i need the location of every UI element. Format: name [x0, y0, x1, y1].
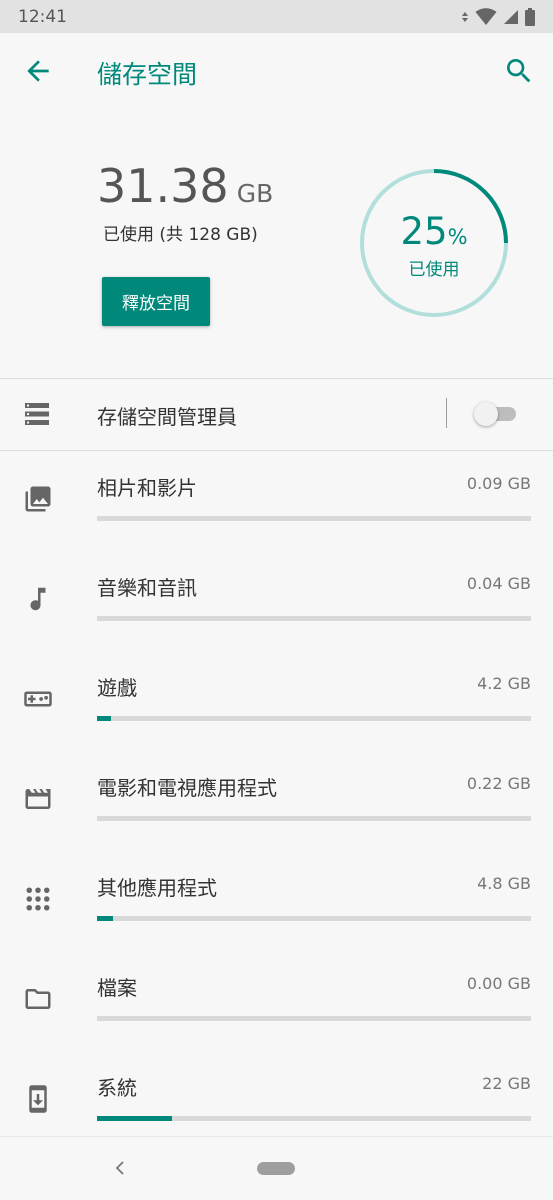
- category-size: 0.09 GB: [466, 474, 531, 493]
- used-value: 31.38: [97, 159, 229, 213]
- used-amount: 31.38 GB: [97, 159, 273, 213]
- storage-manager-toggle[interactable]: [474, 402, 518, 426]
- data-arrows-icon: [462, 12, 468, 22]
- page-title: 儲存空間: [97, 60, 198, 89]
- movie-icon: [25, 789, 51, 809]
- divider: [0, 450, 553, 451]
- category-usage-fill: [97, 716, 112, 721]
- category-label: 其他應用程式: [97, 876, 217, 900]
- used-description: 已使用 (共 128 GB): [103, 225, 258, 245]
- usage-percent-value: 25: [400, 210, 448, 253]
- category-movies-tv[interactable]: 電影和電視應用程式 0.22 GB: [0, 772, 553, 872]
- used-unit: GB: [236, 179, 274, 208]
- category-label: 電影和電視應用程式: [97, 776, 277, 800]
- category-usage-fill: [97, 1116, 172, 1121]
- nav-back-icon[interactable]: [112, 1158, 128, 1178]
- usage-percent-symbol: %: [447, 225, 468, 249]
- free-up-space-button[interactable]: 釋放空間: [102, 277, 210, 326]
- storage-icon: [25, 403, 49, 425]
- gamepad-icon: [24, 691, 52, 707]
- category-music[interactable]: 音樂和音訊 0.04 GB: [0, 572, 553, 672]
- category-size: 0.00 GB: [466, 974, 531, 993]
- category-other-apps[interactable]: 其他應用程式 4.8 GB: [0, 872, 553, 972]
- category-photos[interactable]: 相片和影片 0.09 GB: [0, 472, 553, 572]
- category-label: 相片和影片: [97, 476, 197, 500]
- category-usage-bar: [97, 916, 531, 921]
- category-usage-bar: [97, 716, 531, 721]
- category-games[interactable]: 遊戲 4.2 GB: [0, 672, 553, 772]
- category-usage-bar: [97, 816, 531, 821]
- category-usage-fill: [97, 916, 114, 921]
- category-label: 遊戲: [97, 676, 137, 700]
- category-usage-bar: [97, 616, 531, 621]
- app-bar: 儲存空間: [0, 33, 553, 107]
- search-icon: [507, 59, 531, 83]
- category-usage-bar: [97, 1016, 531, 1021]
- status-bar: 12:41: [0, 0, 553, 33]
- storage-summary: 31.38 GB 已使用 (共 128 GB) 釋放空間 25% 已使用: [0, 107, 553, 378]
- vertical-divider: [446, 398, 447, 428]
- apps-icon: [26, 887, 50, 911]
- cell-signal-icon: [504, 10, 518, 24]
- category-size: 22 GB: [482, 1074, 531, 1093]
- usage-percent: 25%: [358, 210, 510, 253]
- status-icons: [461, 8, 535, 26]
- photo-library-icon: [25, 486, 51, 512]
- category-usage-bar: [97, 516, 531, 521]
- category-usage-bar: [97, 1116, 531, 1121]
- folder-icon: [25, 989, 51, 1009]
- category-files[interactable]: 檔案 0.00 GB: [0, 972, 553, 1072]
- category-size: 4.8 GB: [477, 874, 531, 893]
- system-update-icon: [29, 1085, 47, 1113]
- arrow-back-icon: [27, 60, 49, 82]
- wifi-icon: [475, 8, 497, 25]
- navigation-bar: [0, 1136, 553, 1200]
- toggle-thumb: [474, 402, 498, 426]
- storage-manager-label: 存儲空間管理員: [97, 405, 237, 429]
- category-label: 音樂和音訊: [97, 576, 197, 600]
- nav-home-pill[interactable]: [257, 1162, 295, 1175]
- music-note-icon: [30, 587, 46, 611]
- search-button[interactable]: [503, 55, 535, 87]
- battery-icon: [525, 8, 535, 26]
- storage-manager-row[interactable]: 存儲空間管理員: [0, 378, 553, 450]
- category-size: 0.22 GB: [466, 774, 531, 793]
- category-label: 檔案: [97, 976, 137, 1000]
- usage-percent-label: 已使用: [408, 260, 460, 280]
- category-size: 4.2 GB: [477, 674, 531, 693]
- category-label: 系統: [97, 1076, 137, 1100]
- category-size: 0.04 GB: [466, 574, 531, 593]
- status-time: 12:41: [18, 7, 67, 27]
- back-button[interactable]: [22, 55, 54, 87]
